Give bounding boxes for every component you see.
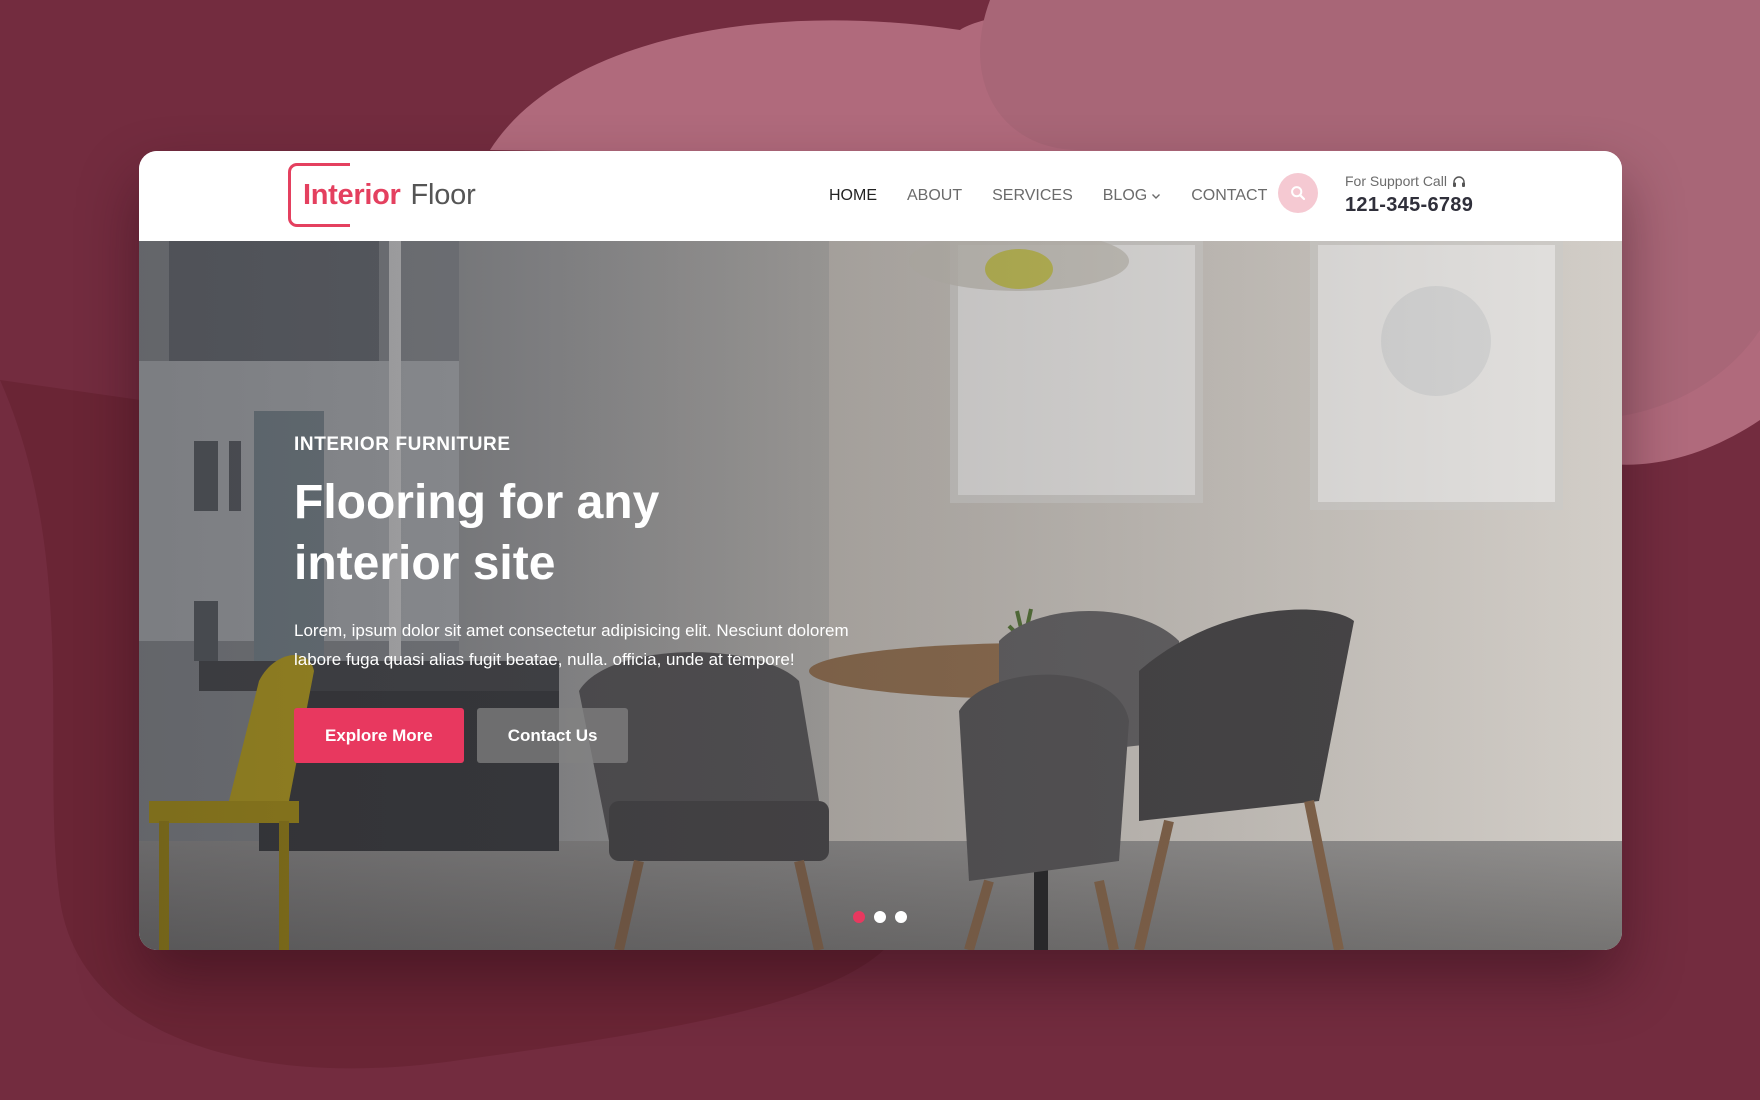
support-label: For Support Call	[1345, 173, 1473, 189]
nav-item-blog[interactable]: BLOG	[1103, 187, 1161, 205]
site-header: Interior Floor HOME ABOUT SERVICES BLOG …	[139, 151, 1622, 241]
slider-dot-3[interactable]	[895, 911, 907, 923]
nav-item-services[interactable]: SERVICES	[992, 187, 1073, 205]
hero-description: Lorem, ipsum dolor sit amet consectetur …	[294, 621, 849, 669]
hero-content: INTERIOR FURNITURE Flooring for any inte…	[294, 434, 914, 763]
search-icon	[1291, 186, 1306, 201]
support-phone[interactable]: 121-345-6789	[1345, 194, 1473, 217]
logo-word-floor: Floor	[410, 178, 476, 211]
hero-headline: Flooring for any interior site	[294, 472, 914, 594]
hero-headline-line1: Flooring for any	[294, 476, 660, 529]
headphones-icon	[1452, 175, 1465, 187]
logo[interactable]: Interior Floor	[288, 163, 476, 227]
contact-us-button[interactable]: Contact Us	[476, 708, 629, 763]
hero-slider: INTERIOR FURNITURE Flooring for any inte…	[139, 241, 1622, 950]
search-button[interactable]	[1278, 173, 1318, 213]
explore-more-button[interactable]: Explore More	[294, 708, 464, 763]
nav-item-about[interactable]: ABOUT	[907, 187, 962, 205]
hero-cta-row: Explore More Contact Us	[294, 708, 914, 763]
main-nav: HOME ABOUT SERVICES BLOG CONTACT	[829, 151, 1267, 241]
nav-item-blog-label: BLOG	[1102, 187, 1148, 204]
slider-dot-2[interactable]	[874, 911, 886, 923]
slider-dots	[853, 911, 907, 923]
support-label-text: For Support Call	[1345, 173, 1447, 189]
nav-item-contact[interactable]: CONTACT	[1191, 187, 1267, 205]
slider-dot-1[interactable]	[853, 911, 865, 923]
nav-item-home[interactable]: HOME	[829, 187, 877, 205]
logo-word-interior: Interior	[303, 178, 401, 211]
chevron-down-icon	[1152, 194, 1161, 199]
hero-headline-line2: interior site	[294, 537, 556, 590]
hero-eyebrow: INTERIOR FURNITURE	[294, 434, 511, 455]
browser-window: Interior Floor HOME ABOUT SERVICES BLOG …	[139, 151, 1622, 950]
support-contact: For Support Call 121-345-6789	[1345, 173, 1473, 217]
